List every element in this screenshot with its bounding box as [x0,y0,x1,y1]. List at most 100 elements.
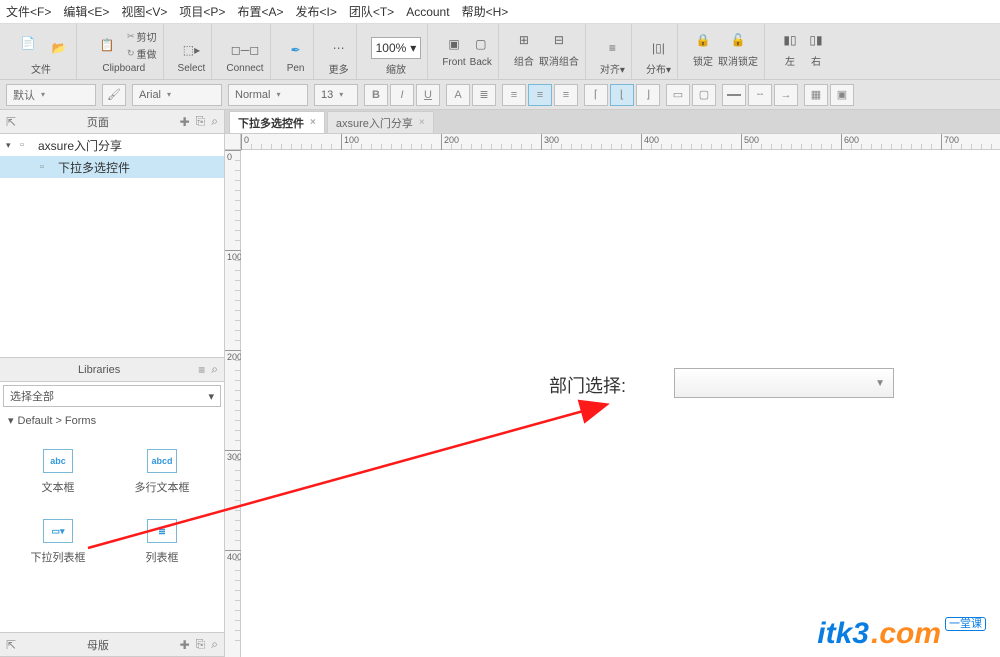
group-dock: ▮▯左 ▯▮右 [773,24,833,79]
main-toolbar: 📄 📂 文件 📋 ✂剪切 ↻重做 Clipboard ⬚▸ Select ◻─◻… [0,24,1000,80]
add-page-icon[interactable]: ⎘ [196,114,206,129]
pen-icon[interactable]: ✒ [285,39,307,61]
group-order: ▣Front ▢Back [436,24,499,79]
border-color-button[interactable]: ▢ [692,84,716,106]
pages-tree: ▾▫axsure入门分享▫下拉多选控件 [0,134,224,357]
close-icon[interactable]: × [310,117,316,128]
widget-icon: abcd [147,449,177,473]
library-selector[interactable]: 选择全部 ▾ [3,385,221,407]
group-group: ⊞组合 ⊟取消组合 [507,24,586,79]
border-button[interactable]: ▦ [804,84,828,106]
font-color-button[interactable]: A [446,84,470,106]
tree-row[interactable]: ▾▫axsure入门分享 [0,134,224,156]
distribute-icon[interactable]: |▯| [647,37,669,59]
menu-item[interactable]: Account [406,5,449,19]
fill-color-button[interactable]: ▭ [666,84,690,106]
widget-icon: ▭▾ [43,519,73,543]
widget-label: 多行文本框 [135,479,190,495]
menu-item[interactable]: 编辑<E> [63,3,109,20]
line-thickness-button[interactable] [722,84,746,106]
padding-button[interactable]: ▣ [830,84,854,106]
document-tab[interactable]: axsure入门分享 × [327,111,434,133]
menu-item[interactable]: 布置<A> [237,3,283,20]
dock-left-icon[interactable]: ▮▯ [779,29,801,51]
pages-panel: ⇱ 页面 ✚ ⎘ ⌕ ▾▫axsure入门分享▫下拉多选控件 [0,110,224,358]
line-style-button[interactable]: ╌ [748,84,772,106]
widget-label: 列表框 [146,549,179,565]
underline-button[interactable]: U [416,84,440,106]
align-right-button[interactable]: ≡ [554,84,578,106]
widget-item[interactable]: ▭▾下拉列表框 [6,507,110,577]
chevron-down-icon: ▾ [208,390,214,403]
collapse-icon[interactable]: ⇱ [6,638,16,652]
search-icon[interactable]: ⌕ [211,114,218,129]
canvas-stage[interactable]: 部门选择: ▼ [241,150,1000,657]
menu-item[interactable]: 发布<I> [295,3,336,20]
menu-item[interactable]: 团队<T> [349,3,394,20]
widget-item[interactable]: abc文本框 [6,437,110,507]
clipboard-label: Clipboard [102,63,145,74]
valign-bottom-button[interactable]: ⌋ [636,84,660,106]
page-icon: ▫ [40,161,54,173]
font-combo[interactable]: Arial▾ [132,84,222,106]
font-weight-combo[interactable]: Normal▾ [228,84,308,106]
more-icon[interactable]: ⋯ [328,37,350,59]
bullet-button[interactable]: ≣ [472,84,496,106]
style-brush-icon[interactable]: 🖌 [102,84,126,106]
vertical-ruler: 0100200300400 [225,150,241,657]
close-icon[interactable]: × [419,117,425,128]
italic-button[interactable]: I [390,84,414,106]
library-category[interactable]: ▾ Default > Forms [0,410,224,431]
back-icon[interactable]: ▢ [470,33,492,55]
menu-item[interactable]: 视图<V> [121,3,167,20]
widget-item[interactable]: ≣列表框 [110,507,214,577]
front-icon[interactable]: ▣ [443,33,465,55]
zoom-combo[interactable]: 100% ▾ [371,37,422,59]
menu-item[interactable]: 文件<F> [6,3,51,20]
redo-icon[interactable]: ↻ [127,48,135,59]
valign-middle-button[interactable]: ⌊ [610,84,634,106]
chevron-down-icon: ▾ [8,414,14,427]
search-icon[interactable]: ⌕ [211,362,218,377]
expand-icon[interactable]: ▾ [6,140,16,151]
libraries-panel: Libraries ≡ ⌕ 选择全部 ▾ ▾ Default > Forms a… [0,358,224,633]
document-tab[interactable]: 下拉多选控件× [229,111,325,133]
ungroup-icon[interactable]: ⊟ [548,29,570,51]
canvas-text-label[interactable]: 部门选择: [549,372,626,398]
page-icon: ▫ [20,139,34,151]
lock-icon[interactable]: 🔒 [692,29,714,51]
cut-icon[interactable]: ✂ [127,31,135,42]
left-panel: ⇱ 页面 ✚ ⎘ ⌕ ▾▫axsure入门分享▫下拉多选控件 Libraries… [0,110,225,657]
font-size-combo[interactable]: 13▾ [314,84,358,106]
widget-label: 文本框 [42,479,75,495]
add-folder-icon[interactable]: ✚ [180,638,190,652]
new-file-icon[interactable]: 📄 [12,27,44,59]
align-left-button[interactable]: ≡ [502,84,526,106]
add-master-icon[interactable]: ⎘ [196,637,206,652]
pointer-icon[interactable]: ⬚▸ [180,39,202,61]
widget-item[interactable]: abcd 多行文本框 [110,437,214,507]
valign-top-button[interactable]: ⌈ [584,84,608,106]
open-file-icon[interactable]: 📂 [48,37,70,59]
paste-icon[interactable]: 📋 [91,29,123,61]
style-combo[interactable]: 默认▾ [6,84,96,106]
bold-button[interactable]: B [364,84,388,106]
align-icon[interactable]: ≡ [601,37,623,59]
menu-item[interactable]: 项目<P> [179,3,225,20]
tree-row[interactable]: ▫下拉多选控件 [0,156,224,178]
search-icon[interactable]: ⌕ [211,637,218,652]
group-icon[interactable]: ⊞ [513,29,535,51]
canvas-dropdown-widget[interactable]: ▼ [674,368,894,398]
align-center-button[interactable]: ≡ [528,84,552,106]
tab-label: axsure入门分享 [336,115,413,131]
menu-icon[interactable]: ≡ [198,363,205,377]
collapse-icon[interactable]: ⇱ [6,115,16,129]
add-folder-icon[interactable]: ✚ [180,115,190,129]
connect-icon[interactable]: ◻─◻ [234,39,256,61]
menu-item[interactable]: 帮助<H> [462,3,509,20]
dock-right-icon[interactable]: ▯▮ [805,29,827,51]
chevron-down-icon: ▾ [620,65,625,76]
pages-header: ⇱ 页面 ✚ ⎘ ⌕ [0,110,224,134]
arrow-button[interactable]: → [774,84,798,106]
unlock-icon[interactable]: 🔓 [727,29,749,51]
